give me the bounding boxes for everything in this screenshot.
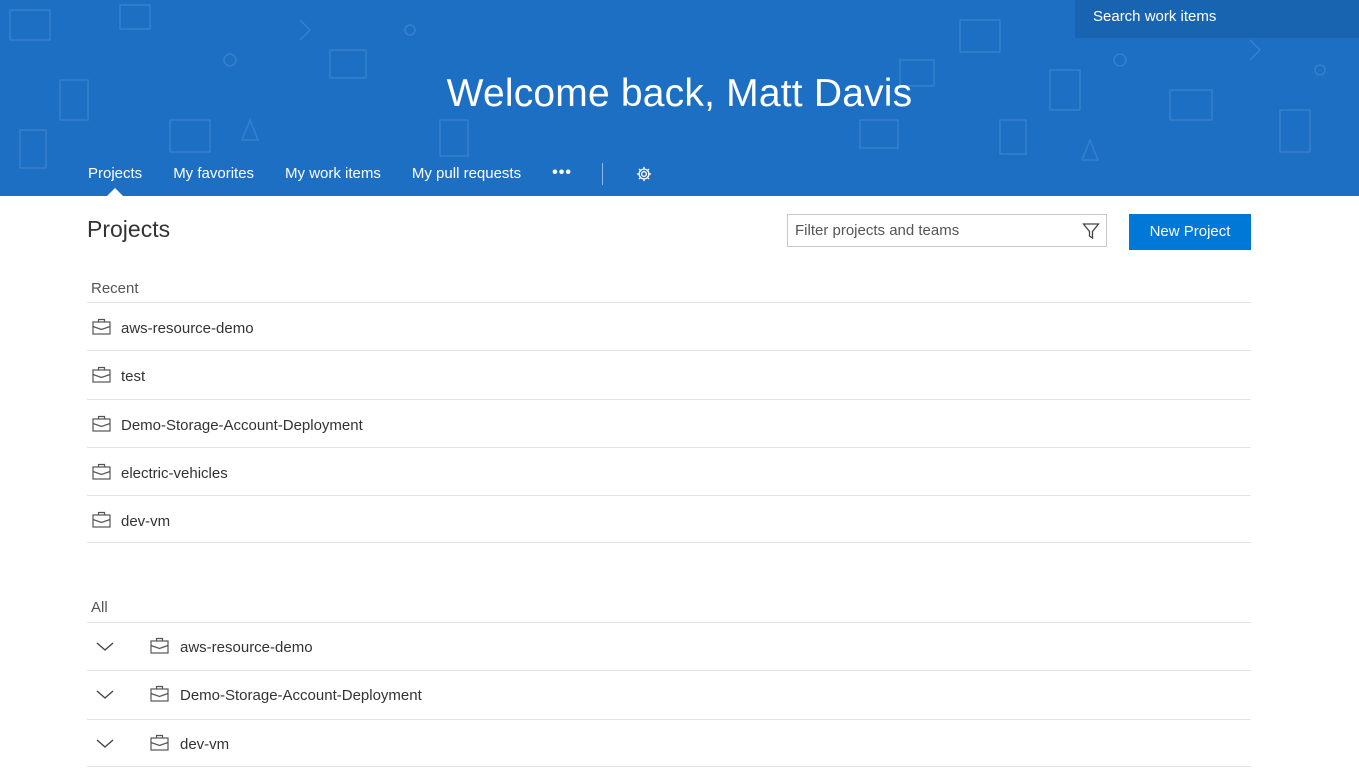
tab-my-work-items[interactable]: My work items <box>285 160 381 196</box>
project-name[interactable]: test <box>121 368 145 385</box>
funnel-icon[interactable] <box>1082 222 1100 240</box>
chevron-down-icon[interactable] <box>95 637 115 657</box>
hub-navigation: Projects My favorites My work items My p… <box>88 160 653 196</box>
more-options-button[interactable]: ••• <box>552 160 572 186</box>
new-project-button[interactable]: New Project <box>1129 214 1251 250</box>
list-item[interactable]: aws-resource-demo <box>87 302 1251 350</box>
list-item[interactable]: electric-vehicles <box>87 446 1251 495</box>
hero-banner: Search work items Welcome back, Matt Dav… <box>0 0 1359 196</box>
project-name[interactable]: aws-resource-demo <box>180 639 313 656</box>
briefcase-icon <box>150 686 169 702</box>
filter-placeholder: Filter projects and teams <box>795 222 960 239</box>
briefcase-icon <box>150 637 169 654</box>
project-name[interactable]: electric-vehicles <box>121 465 228 482</box>
project-name[interactable]: dev-vm <box>180 736 229 753</box>
page-title: Projects <box>87 216 171 242</box>
active-tab-indicator <box>107 188 123 196</box>
list-item[interactable]: dev-vm <box>87 718 1251 767</box>
project-name[interactable]: Demo-Storage-Account-Deployment <box>121 417 363 434</box>
section-label-all: All <box>91 599 108 616</box>
briefcase-icon <box>92 415 111 432</box>
list-item[interactable]: Demo-Storage-Account-Deployment <box>87 398 1251 447</box>
list-item[interactable]: test <box>87 350 1251 398</box>
list-item[interactable]: dev-vm <box>87 495 1251 544</box>
gear-icon[interactable] <box>635 165 653 183</box>
briefcase-icon <box>150 734 169 751</box>
tab-my-favorites[interactable]: My favorites <box>173 160 254 196</box>
chevron-down-icon[interactable] <box>95 734 115 754</box>
tab-my-pull-requests[interactable]: My pull requests <box>412 160 521 196</box>
project-name[interactable]: dev-vm <box>121 513 170 530</box>
briefcase-icon <box>92 367 111 383</box>
list-item[interactable]: aws-resource-demo <box>87 622 1251 670</box>
list-item[interactable]: Demo-Storage-Account-Deployment <box>87 670 1251 718</box>
project-name[interactable]: aws-resource-demo <box>121 320 254 337</box>
recent-projects-list: aws-resource-demo test Demo-Storage-Acco… <box>87 302 1251 544</box>
search-work-items-input[interactable]: Search work items <box>1075 0 1359 38</box>
briefcase-icon <box>92 318 111 335</box>
filter-projects-input[interactable]: Filter projects and teams <box>787 214 1107 247</box>
briefcase-icon <box>92 463 111 480</box>
welcome-heading: Welcome back, Matt Davis <box>446 72 913 115</box>
chevron-down-icon[interactable] <box>95 685 115 705</box>
section-label-recent: Recent <box>91 280 139 297</box>
nav-divider <box>601 163 603 185</box>
briefcase-icon <box>92 512 111 528</box>
project-name[interactable]: Demo-Storage-Account-Deployment <box>180 687 422 704</box>
all-projects-list: aws-resource-demo Demo-Storage-Account-D… <box>87 622 1251 767</box>
